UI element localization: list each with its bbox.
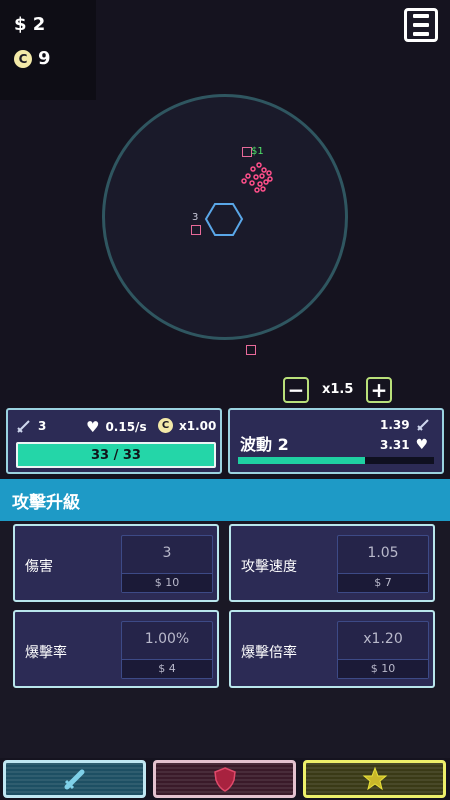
sword-icon — [17, 420, 30, 433]
enemy-square — [191, 225, 201, 235]
star-icon — [362, 766, 387, 791]
upgrade-name: 爆擊率 — [25, 645, 67, 661]
upgrade-buy-button[interactable]: 1.00% $ 4 — [121, 621, 213, 679]
upgrade-card-crit-rate[interactable]: 爆擊率 1.00% $ 4 — [13, 610, 219, 688]
enemy-hp-stat: 3.31 ♥ — [380, 437, 428, 453]
upgrade-value: 1.05 — [367, 545, 399, 561]
bottom-nav — [0, 758, 450, 800]
upgrade-header: 攻擊升級 — [0, 479, 450, 521]
upgrade-card-damage[interactable]: 傷害 3 $ 10 — [13, 524, 219, 602]
attack-value: 3 — [38, 419, 47, 433]
coin-multiplier-stat: C x1.00 — [158, 418, 216, 433]
upgrade-grid: 傷害 3 $ 10 攻擊速度 1.05 $ 7 爆擊率 1.00% $ 4 爆擊… — [0, 521, 450, 758]
coin-multiplier-value: x1.00 — [179, 418, 217, 433]
upgrade-value: 3 — [162, 545, 172, 561]
upgrade-value: 1.00% — [144, 631, 190, 647]
zoom-level: x1.5 — [322, 382, 354, 397]
wave-panel: 波動 2 1.39 3.31 ♥ — [228, 408, 444, 474]
coin-icon: C — [158, 418, 173, 433]
shield-icon — [213, 767, 236, 792]
upgrade-price: $ 10 — [338, 659, 428, 678]
tab-attack[interactable] — [3, 760, 146, 798]
regen-stat: ♥ 0.15/s — [86, 418, 147, 436]
attack-stat: 3 — [16, 418, 46, 434]
wave-label: 波動 2 — [240, 435, 289, 454]
battlefield-layer — [204, 162, 273, 236]
regen-value: 0.15/s — [105, 420, 147, 434]
wave-progress-bar — [238, 457, 434, 464]
tab-defense[interactable] — [153, 760, 296, 798]
upgrade-name: 攻擊速度 — [241, 559, 297, 575]
upgrade-title: 攻擊升級 — [12, 493, 80, 513]
sword-icon — [416, 419, 429, 431]
enemy-square — [246, 345, 256, 355]
sword-icon — [64, 769, 84, 790]
heart-icon: ♥ — [86, 418, 100, 436]
cash-drop-label: $1 — [251, 146, 264, 157]
upgrade-buy-button[interactable]: 1.05 $ 7 — [337, 535, 429, 593]
upgrade-price: $ 4 — [122, 659, 212, 678]
upgrade-buy-button[interactable]: 3 $ 10 — [121, 535, 213, 593]
upgrade-card-attack-speed[interactable]: 攻擊速度 1.05 $ 7 — [229, 524, 435, 602]
hp-bar: 33 / 33 — [16, 442, 216, 468]
hp-value: 33 / 33 — [91, 447, 141, 463]
upgrade-name: 爆擊倍率 — [241, 645, 297, 661]
upgrade-card-crit-multiplier[interactable]: 爆擊倍率 x1.20 $ 10 — [229, 610, 435, 688]
zoom-out-button[interactable]: − — [283, 377, 309, 403]
upgrade-price: $ 10 — [122, 573, 212, 592]
upgrade-name: 傷害 — [25, 559, 53, 575]
enemy-attack-stat: 1.39 — [380, 418, 430, 432]
upgrade-buy-button[interactable]: x1.20 $ 10 — [337, 621, 429, 679]
tab-utility[interactable] — [303, 760, 446, 798]
enemy-hp-label: 3 — [192, 212, 199, 223]
upgrade-price: $ 7 — [338, 573, 428, 592]
enemy-attack-value: 1.39 — [380, 418, 410, 432]
player-stats-panel: 3 ♥ 0.15/s C x1.00 33 / 33 — [6, 408, 222, 474]
tower-hexagon — [204, 203, 244, 236]
wave-progress-fill — [238, 457, 366, 464]
enemy-hp-value: 3.31 — [380, 438, 410, 452]
zoom-in-button[interactable]: + — [366, 377, 392, 403]
upgrade-value: x1.20 — [363, 631, 403, 647]
enemy-swarm — [241, 162, 273, 193]
heart-icon: ♥ — [415, 437, 429, 453]
